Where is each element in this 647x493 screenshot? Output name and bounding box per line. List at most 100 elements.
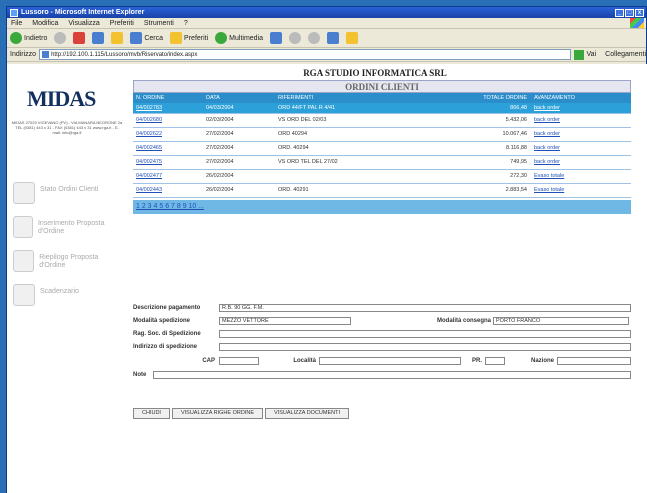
sidebar-item-riepilogo[interactable]: Riepilogo Proposta d'Ordine — [13, 250, 123, 278]
close-button[interactable]: x — [635, 8, 644, 17]
window-controls: _ □ x — [615, 8, 646, 17]
indirizzo-label: Indirizzo di spedizione — [133, 343, 198, 350]
sidebar-item-inserimento[interactable]: Inserimento Proposta d'Ordine — [13, 216, 123, 244]
menu-visualizza[interactable]: Visualizza — [68, 20, 99, 27]
home-button[interactable] — [111, 32, 124, 44]
go-arrow-icon[interactable] — [573, 49, 584, 60]
address-input[interactable]: http://192.100.1.115/Lussoro/mvb/Riserva… — [39, 49, 571, 60]
note-field[interactable] — [153, 370, 631, 379]
row-cap: CAP Località PR. Nazione — [133, 356, 631, 365]
home-icon — [111, 32, 124, 44]
note-label: Note — [133, 371, 147, 378]
col-riferimenti[interactable]: RIFERIMENTI — [275, 93, 415, 103]
star-icon — [170, 32, 183, 44]
spedizione-field[interactable]: MEZZO VETTORE — [219, 316, 351, 325]
consegna-label: Modalità consegna — [436, 317, 491, 324]
table-row[interactable]: 04/002680 02/03/2004 VS ORD DEL 02/03 5.… — [133, 113, 631, 128]
search-button[interactable]: Cerca — [130, 32, 163, 44]
order-number-link[interactable]: 04/002465 — [133, 141, 203, 156]
print-icon — [308, 32, 321, 44]
minimize-button[interactable]: _ — [615, 8, 624, 17]
stop-button[interactable] — [73, 32, 86, 44]
order-number-link[interactable]: 04/002443 — [133, 183, 203, 198]
panel-title: ORDINI CLIENTI — [133, 80, 631, 93]
menu-preferiti[interactable]: Preferiti — [110, 20, 134, 27]
nazione-field[interactable] — [557, 356, 631, 365]
ie-icon — [10, 8, 18, 17]
order-total: 866,48 — [415, 103, 531, 114]
pr-field[interactable] — [485, 356, 505, 365]
page-icon — [42, 51, 50, 58]
go-button[interactable]: Vai — [587, 51, 597, 58]
folder-button[interactable] — [346, 32, 359, 44]
sidebar-item-stato-ordini[interactable]: Stato Ordini Clienti — [13, 182, 123, 210]
order-status[interactable]: Evaso totale — [531, 183, 631, 198]
col-data[interactable]: DATA — [203, 93, 275, 103]
mail-icon — [289, 32, 302, 44]
browser-window: Lussoro - Microsoft Internet Explorer _ … — [6, 6, 647, 493]
table-row[interactable]: 04/002622 27/02/2004 ORD 40294 10.067,46… — [133, 127, 631, 142]
history-icon — [270, 32, 283, 44]
company-name: RGA STUDIO INFORMATICA SRL — [303, 68, 447, 78]
forward-button[interactable] — [54, 32, 67, 44]
order-status[interactable]: Evaso totale — [531, 169, 631, 184]
window-title: Lussoro - Microsoft Internet Explorer — [21, 9, 145, 16]
order-status[interactable]: back order — [531, 113, 631, 128]
menu-help[interactable]: ? — [184, 20, 188, 27]
consegna-field[interactable]: PORTO FRANCO — [493, 316, 629, 325]
cap-field[interactable] — [219, 356, 259, 365]
history-button[interactable] — [270, 32, 283, 44]
address-url: http://192.100.1.115/Lussoro/mvb/Riserva… — [51, 51, 198, 58]
insert-icon — [13, 216, 33, 238]
edit-icon — [327, 32, 340, 44]
table-row[interactable]: 04/002475 27/02/2004 VS ORD TEL DEL 27/0… — [133, 155, 631, 170]
menu-modifica[interactable]: Modifica — [32, 20, 58, 27]
table-row[interactable]: 04/002443 26/02/2004 ORD. 40291 2.883,54… — [133, 183, 631, 198]
col-avanzamento[interactable]: AVANZAMENTO — [531, 93, 631, 103]
favorites-button[interactable]: Preferiti — [170, 32, 208, 44]
close-order-button[interactable]: CHIUDI — [133, 408, 170, 419]
forward-arrow-icon — [54, 32, 67, 44]
pagamento-field[interactable]: R.B. 90 GG. F.M. — [219, 303, 631, 312]
order-number-link[interactable]: 04/002680 — [133, 113, 203, 128]
order-status[interactable]: back order — [531, 103, 631, 114]
pagamento-label: Descrizione pagamento — [133, 304, 201, 311]
table-row[interactable]: 04/002477 26/02/2004 272,30 Evaso totale — [133, 169, 631, 184]
pr-label: PR. — [471, 357, 482, 364]
multimedia-button[interactable]: Multimedia — [215, 32, 263, 44]
logo-subtitle: MIDAS 27029 VIGEVANO (PV) - VIA MANARA N… — [11, 120, 123, 135]
order-ref: ORD 44/FT PAL R 4/41 — [275, 103, 415, 114]
search-icon — [130, 32, 143, 44]
table-row[interactable]: 04/002465 27/02/2004 ORD. 40294 8.116,88… — [133, 141, 631, 156]
refresh-button[interactable] — [92, 32, 105, 44]
orders-panel: ORDINI CLIENTI N. ORDINE DATA RIFERIMENT… — [133, 80, 631, 214]
order-status[interactable]: back order — [531, 127, 631, 142]
table-row[interactable]: 04/002783 04/03/2004 ORD 44/FT PAL R 4/4… — [133, 103, 631, 114]
col-totale[interactable]: TOTALE ORDINE — [415, 93, 531, 103]
col-numero[interactable]: N. ORDINE — [133, 93, 203, 103]
order-number-link[interactable]: 04/002783 — [133, 103, 203, 114]
menu-file[interactable]: File — [11, 20, 22, 27]
view-documents-button[interactable]: VISUALIZZA DOCUMENTI — [265, 408, 350, 419]
order-number-link[interactable]: 04/002477 — [133, 169, 203, 184]
cap-label: CAP — [202, 357, 215, 364]
row-spedizione: Modalità spedizione MEZZO VETTORE Modali… — [133, 316, 629, 325]
print-button[interactable] — [308, 32, 321, 44]
order-status[interactable]: back order — [531, 141, 631, 156]
ragsoc-label: Rag. Soc. di Spedizione — [133, 330, 201, 337]
order-status[interactable]: back order — [531, 155, 631, 170]
indirizzo-field[interactable] — [219, 342, 631, 351]
maximize-button[interactable]: □ — [625, 8, 634, 17]
pagination[interactable]: 1 2 3 4 5 6 7 8 9 10 ... — [133, 199, 631, 214]
order-number-link[interactable]: 04/002475 — [133, 155, 203, 170]
back-button[interactable]: Indietro — [10, 32, 47, 44]
links-label[interactable]: Collegamenti — [605, 51, 646, 58]
sidebar-item-scadenzario[interactable]: Scadenzario — [13, 284, 123, 312]
order-number-link[interactable]: 04/002622 — [133, 127, 203, 142]
view-order-lines-button[interactable]: VISUALIZZA RIGHE ORDINE — [171, 408, 263, 419]
mail-button[interactable] — [289, 32, 302, 44]
edit-button[interactable] — [327, 32, 340, 44]
menu-strumenti[interactable]: Strumenti — [144, 20, 174, 27]
ragsoc-field[interactable] — [219, 329, 631, 338]
localita-field[interactable] — [319, 356, 461, 365]
